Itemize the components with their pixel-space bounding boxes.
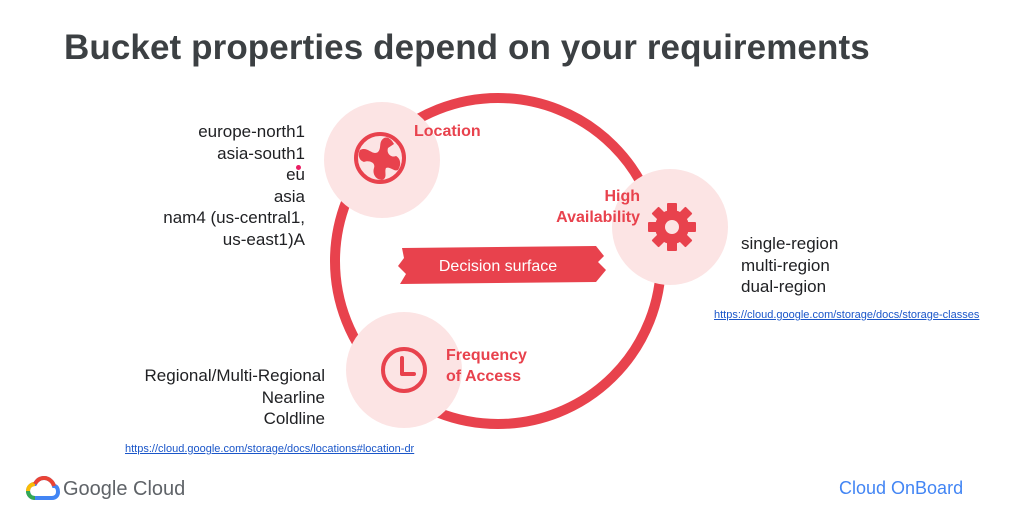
location-value: europe-north1 — [198, 122, 305, 141]
frequency-values: Regional/Multi-Regional Nearline Coldlin… — [100, 365, 325, 430]
availability-value: multi-region — [741, 255, 830, 275]
gear-icon — [648, 203, 696, 251]
location-value: nam4 (us-central1, — [163, 208, 305, 227]
availability-values: single-region multi-region dual-region — [741, 233, 838, 298]
availability-value: single-region — [741, 234, 839, 253]
frequency-value: Coldline — [263, 409, 325, 428]
frequency-label-line: of Access — [446, 368, 521, 385]
availability-label-line: High — [604, 188, 640, 205]
location-label: Location — [414, 123, 481, 140]
availability-label: High Availability — [540, 186, 640, 228]
frequency-label-line: Frequency — [446, 347, 527, 364]
locations-link[interactable]: https://cloud.google.com/storage/docs/lo… — [125, 443, 414, 455]
decision-surface-label: Decision surface — [438, 258, 558, 275]
footer-brand: Google Cloud — [63, 478, 186, 500]
frequency-value: Regional/Multi-Regional — [144, 366, 325, 385]
google-cloud-logo — [25, 475, 61, 500]
pointer-dot — [296, 165, 301, 170]
footer-event: Cloud OnBoard — [839, 478, 964, 498]
frequency-label: Frequency of Access — [446, 345, 527, 387]
location-values: europe-north1 asia-south1 eu asia nam4 (… — [150, 121, 305, 250]
availability-value: dual-region — [741, 277, 827, 296]
frequency-value: Nearline — [261, 387, 325, 407]
location-value: us-east1)A — [222, 229, 305, 249]
slide: Bucket properties depend on your require… — [0, 0, 1036, 526]
location-value: asia — [273, 186, 305, 206]
availability-label-line: Availability — [556, 209, 640, 226]
location-value: asia-south1 — [217, 143, 305, 163]
storage-classes-link[interactable]: https://cloud.google.com/storage/docs/st… — [714, 309, 979, 321]
location-value: eu — [286, 165, 305, 184]
